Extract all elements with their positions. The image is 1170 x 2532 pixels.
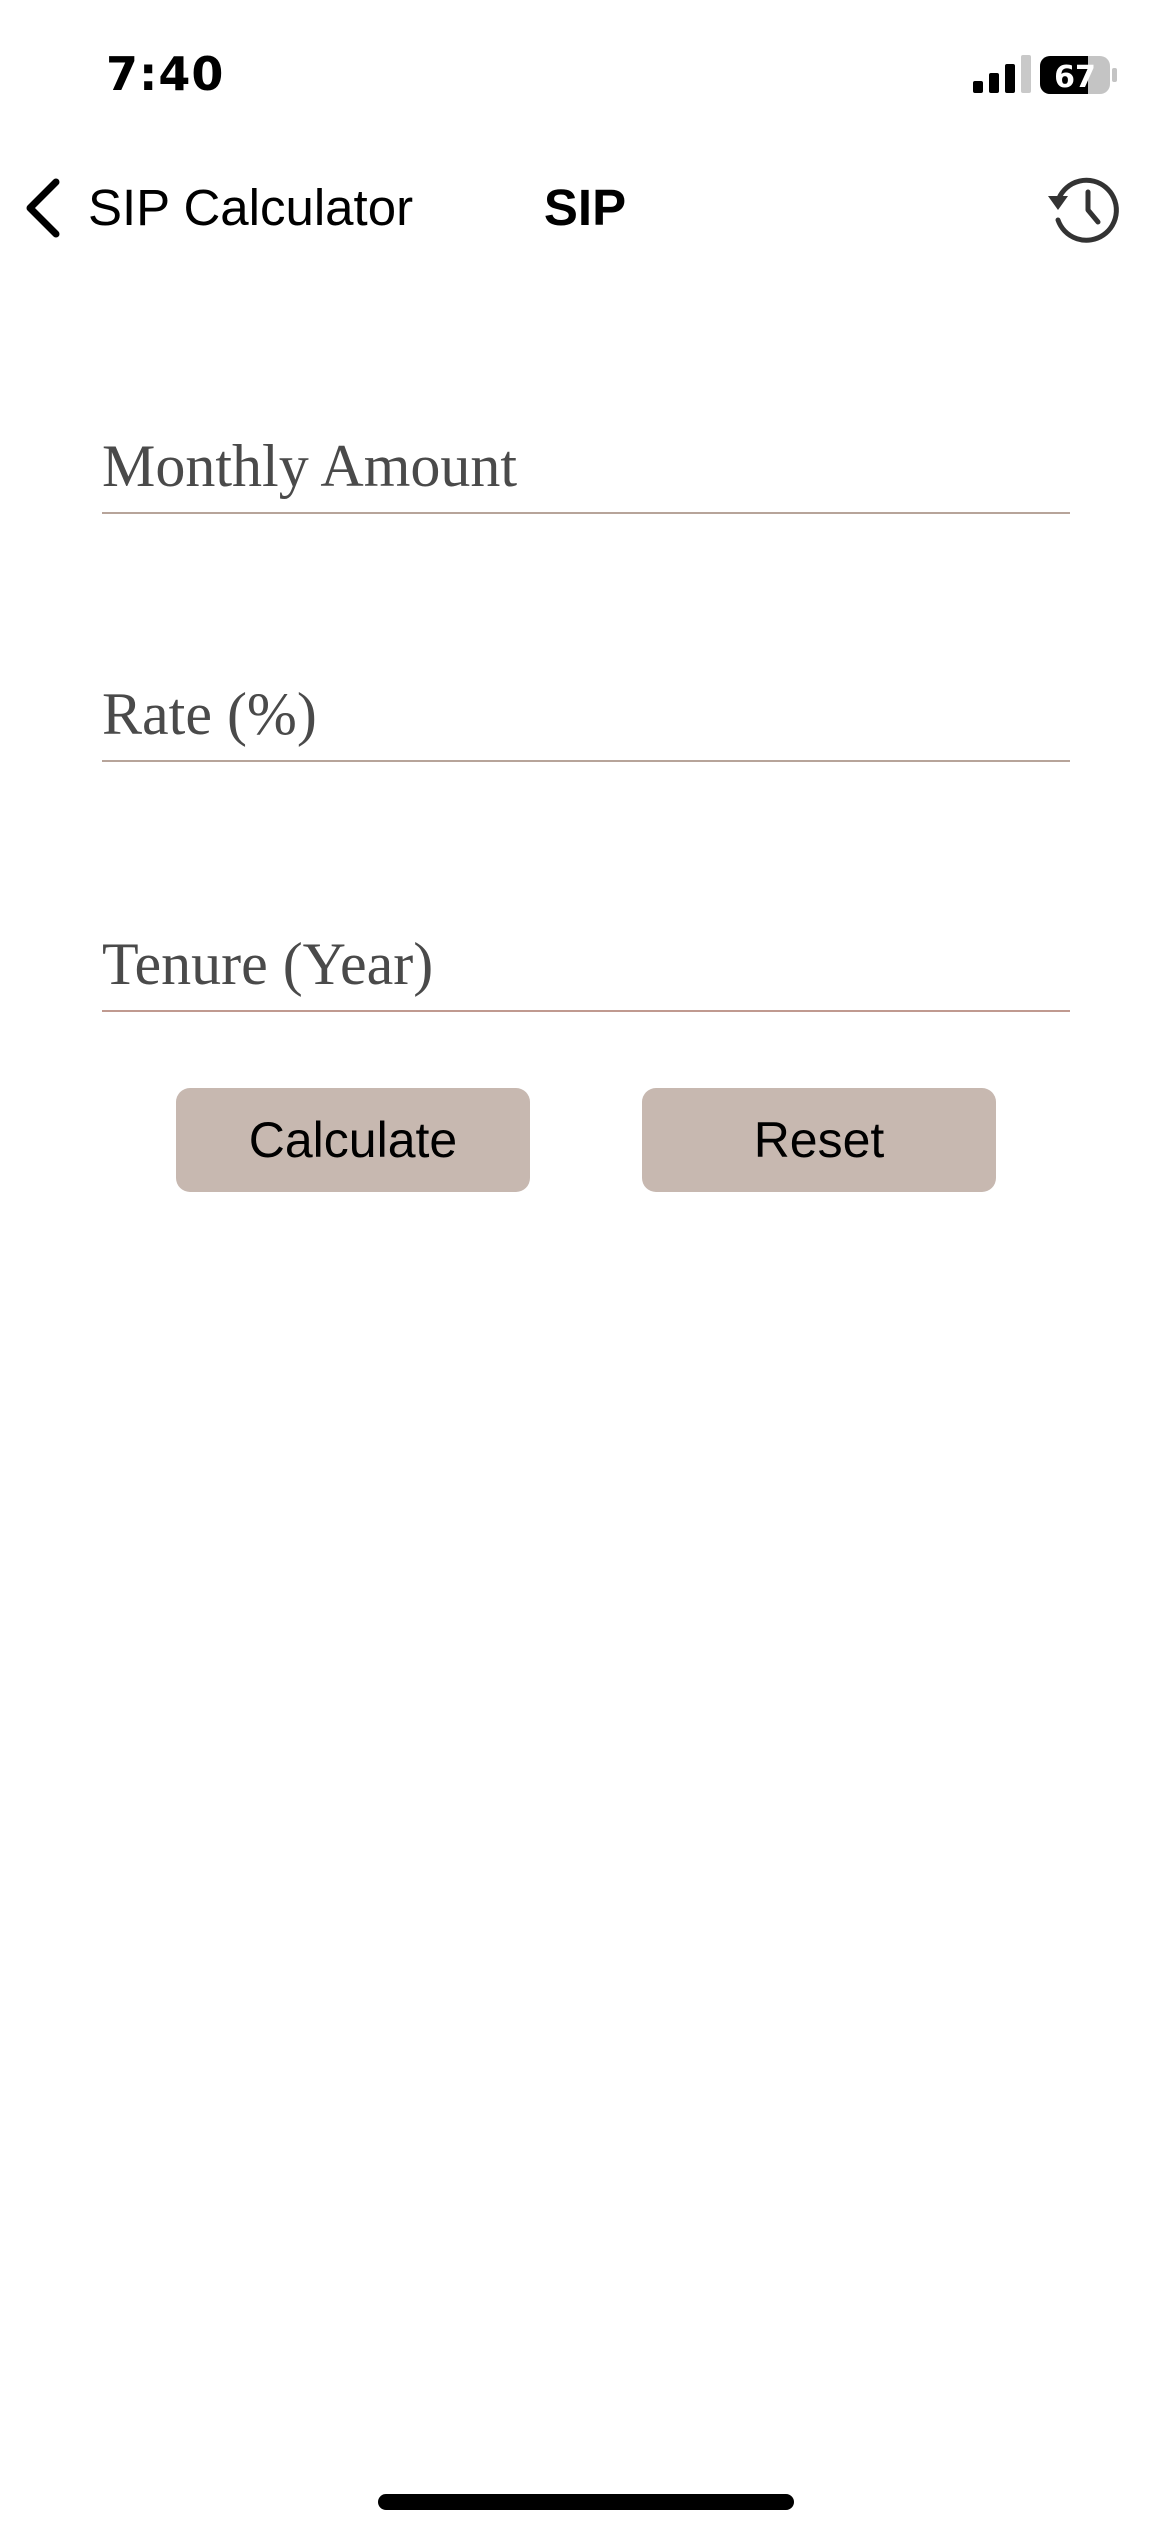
battery-level: 67	[1054, 60, 1096, 94]
battery-icon: 67	[1040, 56, 1117, 94]
chevron-left-icon[interactable]	[22, 176, 64, 240]
calculate-button[interactable]: Calculate	[176, 1088, 530, 1192]
home-indicator[interactable]	[378, 2494, 794, 2510]
history-icon[interactable]	[1046, 172, 1120, 246]
monthly-amount-input[interactable]	[102, 430, 1070, 502]
rate-input[interactable]	[102, 678, 1070, 750]
monthly-amount-field	[102, 420, 1070, 514]
tenure-input[interactable]	[102, 928, 1070, 1000]
signal-icon	[973, 55, 1031, 93]
rate-field	[102, 668, 1070, 762]
status-time: 7:40	[106, 47, 225, 101]
back-button[interactable]: SIP Calculator	[88, 178, 413, 238]
tenure-field	[102, 918, 1070, 1012]
reset-button[interactable]: Reset	[642, 1088, 996, 1192]
